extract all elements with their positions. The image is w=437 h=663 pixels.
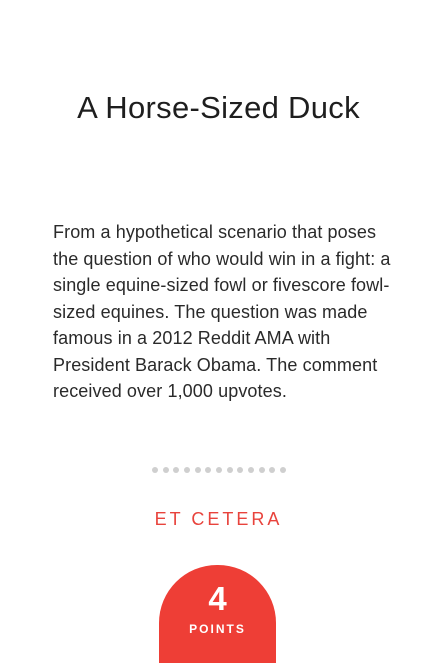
points-value: 4 — [208, 580, 227, 617]
divider-dot — [226, 467, 233, 473]
divider-dot — [173, 467, 180, 473]
divider-dot — [152, 467, 158, 473]
category-label: ET CETERA — [154, 509, 283, 529]
divider-dot — [205, 467, 212, 473]
divider-dot — [162, 467, 169, 473]
divider-dot — [194, 467, 201, 473]
divider-dot — [247, 467, 254, 473]
divider-dot — [269, 467, 276, 473]
divider-dot — [183, 467, 190, 473]
divider-dot — [237, 467, 244, 473]
card-description: From a hypothetical scenario that poses … — [53, 222, 391, 401]
points-label: POINTS — [189, 622, 246, 636]
divider-dot — [258, 467, 265, 473]
divider-dots — [152, 466, 286, 474]
divider-dot — [215, 467, 222, 473]
game-card: A Horse-Sized Duck From a hypothetical s… — [0, 0, 437, 663]
divider-dot — [279, 467, 286, 473]
points-badge: 4 POINTS — [159, 565, 276, 663]
card-title: A Horse-Sized Duck — [77, 90, 360, 125]
